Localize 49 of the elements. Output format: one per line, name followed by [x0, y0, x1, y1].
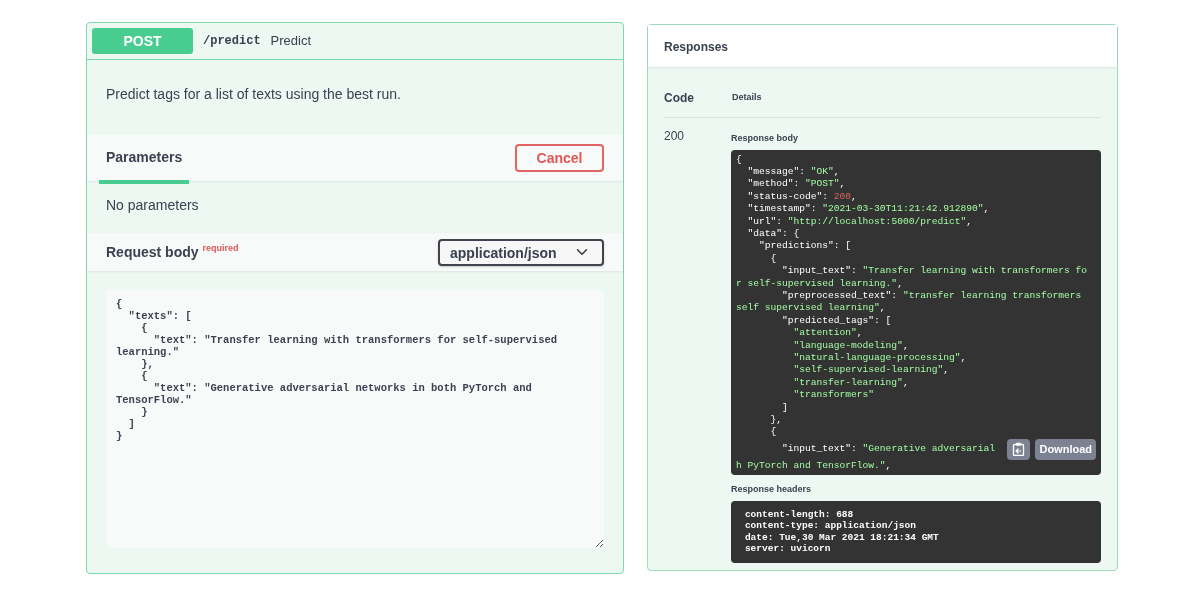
endpoint-description: Predict tags for a list of texts using the best run.: [106, 86, 401, 102]
code-line: "input_text": "Generative adversarial: [780, 443, 995, 456]
clipboard-icon: [1012, 442, 1026, 457]
request-body-field[interactable]: { "texts": [ { "text": "Transfer learning with transformers for self-supervised learning." }, { "text": "Generative adversarial networks in both PyTorch and TensorFlow." } ] }: [106, 290, 604, 548]
cancel-button[interactable]: Cancel: [515, 144, 604, 172]
code-line: "message": "OK",: [746, 165, 841, 179]
code-line: "predictions": [: [757, 240, 853, 253]
code-line: },: [769, 414, 783, 427]
response-headers-label: Response headers: [730, 484, 811, 495]
code-line: "input_text": "Transfer learning with transformers fo: [780, 265, 1089, 278]
responses-title: Responses: [664, 40, 729, 54]
code-line: "url": "http://localhost:5000/predict",: [746, 215, 973, 228]
request-body-label: Request body: [106, 244, 199, 260]
header-line: content-type: application/json: [744, 520, 917, 532]
parameters-tab[interactable]: Parameters: [99, 132, 190, 184]
copy-button[interactable]: [1007, 438, 1031, 460]
code-line: "natural-language-processing",: [792, 352, 968, 365]
code-line: r self-supervised learning.",: [735, 277, 904, 290]
no-parameters-text: No parameters: [106, 197, 199, 213]
header-line: date: Tue,30 Mar 2021 18:21:34 GMT: [744, 531, 940, 544]
method-badge: POST: [92, 28, 193, 54]
code-line: "transformers": [792, 389, 876, 402]
header-line: content-length: 688: [744, 508, 855, 521]
code-line: "timestamp": "2021-03-30T11:21:42.912890",: [746, 203, 991, 216]
response-code: 200: [664, 128, 686, 145]
endpoint-summary: Predict: [270, 32, 312, 51]
code-line: h PyTorch and TensorFlow.",: [735, 459, 893, 473]
code-line: self supervised learning",: [735, 302, 887, 315]
code-line: "attention",: [792, 327, 864, 340]
code-line: "self-supervised-learning",: [792, 364, 950, 377]
download-button[interactable]: Download: [1035, 438, 1096, 460]
code-line: ]: [780, 401, 789, 415]
code-line: "data": {: [746, 227, 801, 241]
code-line: "transfer-learning",: [792, 376, 910, 390]
code-line: "predicted_tags": [: [780, 314, 893, 328]
required-label: required: [202, 242, 239, 253]
content-type-select[interactable]: application/json: [438, 238, 604, 266]
response-body-label: Response body: [730, 133, 798, 143]
code-line: "preprocessed_text": "transfer learning transformers: [780, 289, 1083, 303]
code-line: {: [735, 153, 743, 166]
column-header: Code: [664, 90, 695, 107]
endpoint-path: /predict: [203, 33, 261, 50]
code-line: {: [769, 252, 778, 266]
code-line: "language-modeling",: [792, 339, 910, 352]
column-header: Details: [732, 91, 762, 104]
code-line: "method": "POST",: [746, 178, 847, 191]
code-line: "status-code": 200,: [746, 190, 858, 204]
code-line: {: [769, 426, 778, 439]
header-line: server: uvicorn: [744, 543, 832, 555]
